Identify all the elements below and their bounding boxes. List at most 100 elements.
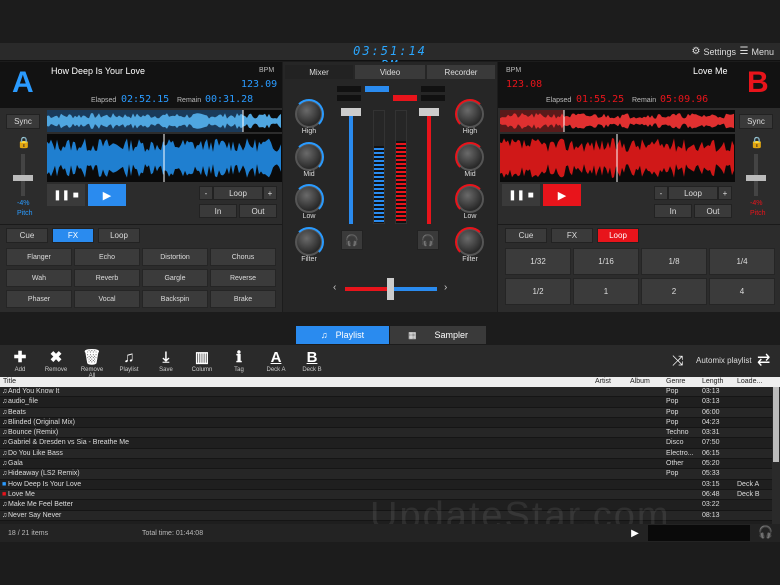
- deck-b-loop-in[interactable]: In: [654, 204, 692, 218]
- deck-b-mid-knob[interactable]: [455, 142, 485, 172]
- table-row[interactable]: ♫ Bounce (Remix) Techno 03:31: [0, 428, 780, 439]
- table-row[interactable]: ♫ Hideaway (LS2 Remix) Pop 05:33: [0, 469, 780, 480]
- deck-b-pitch-fader[interactable]: [746, 175, 766, 181]
- deck-b-mode-cue[interactable]: Cue: [505, 228, 547, 243]
- deck-b-loop-pad[interactable]: 1/16: [573, 248, 639, 275]
- deck-a-loop-minus[interactable]: -: [199, 186, 213, 200]
- deck-b-waveform[interactable]: [500, 134, 735, 182]
- column-title[interactable]: Title: [3, 378, 16, 385]
- deck-a-fx-pad[interactable]: Reverb: [74, 269, 140, 287]
- preview-play-button[interactable]: ▶: [624, 526, 646, 540]
- table-row[interactable]: ♫ audio_file Pop 03:13: [0, 397, 780, 408]
- deck-a-loop-label[interactable]: Loop: [213, 186, 263, 200]
- add-button[interactable]: ✚ Add: [6, 347, 34, 373]
- deck-a-play-button[interactable]: ▶: [88, 184, 126, 206]
- table-row[interactable]: ♫ Gala Other 05:20: [0, 459, 780, 470]
- deck-a-load-button[interactable]: A Deck A: [262, 347, 290, 374]
- scrollbar-thumb[interactable]: [773, 387, 779, 462]
- deck-b-loop-pad[interactable]: 4: [709, 278, 775, 305]
- deck-b-filter-knob[interactable]: [455, 227, 485, 257]
- deck-b-headphone-button[interactable]: 🎧: [417, 230, 439, 250]
- deck-a-pause-button[interactable]: ❚❚ ■: [47, 184, 85, 206]
- deck-b-loop-plus[interactable]: +: [718, 186, 732, 200]
- deck-a-loop-plus[interactable]: +: [263, 186, 277, 200]
- deck-b-loop-pad[interactable]: 1/2: [505, 278, 571, 305]
- column-button[interactable]: ▥ Column: [188, 347, 216, 373]
- remove-button[interactable]: ✖ Remove: [42, 347, 70, 373]
- deck-a-high-knob[interactable]: [294, 99, 324, 129]
- deck-a-fx-pad[interactable]: Phaser: [6, 290, 72, 308]
- deck-a-fx-pad[interactable]: Chorus: [210, 248, 276, 266]
- column-album[interactable]: Album: [630, 378, 650, 385]
- playlist-button[interactable]: ♫ Playlist: [115, 347, 143, 374]
- deck-b-play-button[interactable]: ▶: [543, 184, 581, 206]
- table-row[interactable]: ♫ Gabriel & Dresden vs Sia - Breathe Me Di…: [0, 438, 780, 449]
- column-length[interactable]: Length: [702, 378, 723, 385]
- crossfader-right-icon[interactable]: ›: [444, 282, 447, 293]
- deck-a-filter-knob[interactable]: [294, 227, 324, 257]
- deck-b-mode-fx[interactable]: FX: [551, 228, 593, 243]
- tab-recorder[interactable]: Recorder: [427, 65, 495, 79]
- deck-a-fx-pad[interactable]: Wah: [6, 269, 72, 287]
- crossfader-left-icon[interactable]: ‹: [333, 282, 336, 293]
- crossfader-handle[interactable]: [387, 278, 394, 300]
- deck-b-sync-button[interactable]: Sync: [739, 114, 773, 129]
- table-row[interactable]: ♫ And You Know It Pop 03:13: [0, 387, 780, 398]
- table-row[interactable]: ♫ Beats Pop 06:00: [0, 407, 780, 418]
- deck-b-loop-pad[interactable]: 1/8: [641, 248, 707, 275]
- menu-button[interactable]: ☰ Menu: [740, 46, 774, 57]
- deck-a-loop-in[interactable]: In: [199, 204, 237, 218]
- deck-a-fx-pad[interactable]: Gargle: [142, 269, 208, 287]
- deck-a-waveform[interactable]: [47, 134, 282, 182]
- deck-a-sync-button[interactable]: Sync: [6, 114, 40, 129]
- deck-a-mode-fx[interactable]: FX: [52, 228, 94, 243]
- tab-mixer[interactable]: Mixer: [285, 65, 353, 79]
- deck-b-loop-pad[interactable]: 1: [573, 278, 639, 305]
- column-artist[interactable]: Artist: [595, 378, 611, 385]
- deck-b-loop-pad[interactable]: 1/32: [505, 248, 571, 275]
- save-button[interactable]: ⤓ Save: [152, 347, 180, 374]
- deck-a-fx-pad[interactable]: Reverse: [210, 269, 276, 287]
- tab-playlist[interactable]: ♫ Playlist: [296, 326, 389, 344]
- deck-b-mode-loop[interactable]: Loop: [597, 228, 639, 243]
- column-loaded[interactable]: Loade...: [737, 378, 762, 385]
- deck-a-mid-knob[interactable]: [294, 142, 324, 172]
- table-row[interactable]: ♫ Blinded (Original Mix) Pop 04:23: [0, 417, 780, 429]
- deck-a-loop-out[interactable]: Out: [239, 204, 277, 218]
- deck-a-mode-cue[interactable]: Cue: [6, 228, 48, 243]
- deck-b-overview-waveform[interactable]: [500, 110, 735, 132]
- deck-b-lock-icon[interactable]: 🔒: [750, 136, 764, 149]
- deck-a-headphone-button[interactable]: 🎧: [341, 230, 363, 250]
- settings-button[interactable]: ⚙ Settings: [692, 46, 737, 57]
- deck-a-fx-pad[interactable]: Brake: [210, 290, 276, 308]
- deck-a-fx-pad[interactable]: Distortion: [142, 248, 208, 266]
- deck-b-low-knob[interactable]: [455, 184, 485, 214]
- table-row[interactable]: ♫ Do You Like Bass Electro... 06:15: [0, 448, 780, 460]
- tag-button[interactable]: ℹ Tag: [225, 347, 253, 373]
- deck-a-mode-loop[interactable]: Loop: [98, 228, 140, 243]
- deck-b-loop-pad[interactable]: 1/4: [709, 248, 775, 275]
- remove-all-button[interactable]: 🗑 Remove All: [78, 347, 106, 379]
- column-genre[interactable]: Genre: [666, 378, 685, 385]
- repeat-icon[interactable]: ⇄: [757, 350, 770, 370]
- deck-b-loop-pad[interactable]: 2: [641, 278, 707, 305]
- shuffle-icon[interactable]: ⤨: [672, 352, 683, 369]
- preview-headphones-icon[interactable]: 🎧: [758, 525, 773, 539]
- deck-b-load-button[interactable]: B Deck B: [298, 347, 326, 374]
- deck-b-high-knob[interactable]: [455, 99, 485, 129]
- deck-a-fx-pad[interactable]: Echo: [74, 248, 140, 266]
- playlist-scrollbar[interactable]: [772, 387, 780, 524]
- tab-video[interactable]: Video: [355, 65, 425, 79]
- deck-a-fx-pad[interactable]: Flanger: [6, 248, 72, 266]
- tab-sampler[interactable]: ▦ Sampler: [390, 326, 486, 344]
- deck-b-volume-fader[interactable]: [419, 108, 439, 116]
- deck-a-pitch-fader[interactable]: [13, 175, 33, 181]
- deck-b-loop-minus[interactable]: -: [654, 186, 668, 200]
- deck-b-loop-label[interactable]: Loop: [668, 186, 718, 200]
- deck-a-fx-pad[interactable]: Vocal: [74, 290, 140, 308]
- deck-a-overview-waveform[interactable]: [47, 110, 282, 132]
- deck-a-volume-fader[interactable]: [341, 108, 361, 116]
- deck-a-low-knob[interactable]: [294, 184, 324, 214]
- deck-a-lock-icon[interactable]: 🔒: [17, 136, 31, 149]
- table-row[interactable]: ■ How Deep Is Your Love 03:15 Deck A: [0, 479, 780, 490]
